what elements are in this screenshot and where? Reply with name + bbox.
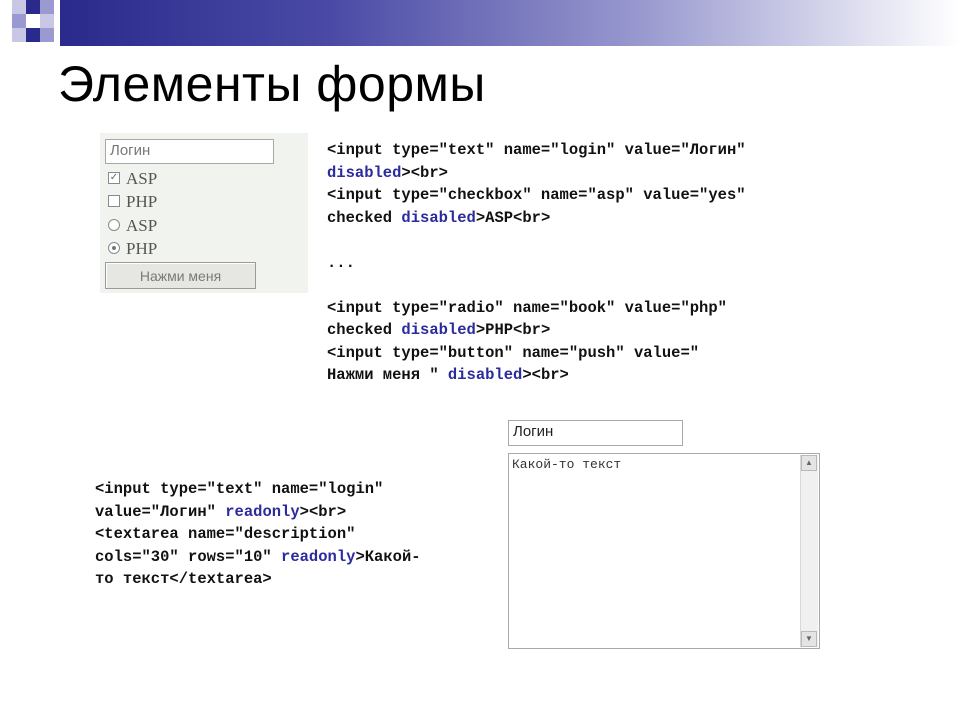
code-text: checked xyxy=(327,208,402,227)
code-text: >ASP<br> xyxy=(475,208,551,227)
code-text: <input type="text" name="login" xyxy=(95,480,384,498)
code-line: <textarea name="description" xyxy=(95,523,421,546)
checkbox-checked-icon[interactable]: ✓ xyxy=(108,172,120,185)
code-keyword: readonly xyxy=(225,502,300,521)
radio-php-label: PHP xyxy=(126,239,158,258)
code-text: Нажми меня " xyxy=(327,366,448,384)
code-text: ><br> xyxy=(401,163,448,182)
code-keyword: readonly xyxy=(281,547,356,566)
scroll-down-icon[interactable]: ▼ xyxy=(801,631,817,647)
checkbox-asp-row[interactable]: ✓ ASP xyxy=(108,169,157,189)
code-text: ><br> xyxy=(522,366,569,384)
code-line: Нажми меня " disabled><br> xyxy=(327,364,746,387)
scroll-up-icon[interactable]: ▲ xyxy=(801,455,817,471)
radio-php-row[interactable]: PHP xyxy=(108,239,157,259)
checkbox-asp-label: ASP xyxy=(126,169,158,188)
description-textarea-readonly[interactable]: Какой-то текст ▲ ▼ xyxy=(508,453,820,649)
code-text: то текст</textarea> xyxy=(95,570,272,588)
code-keyword: disabled xyxy=(327,163,402,182)
code-line: <input type="checkbox" name="asp" value=… xyxy=(327,184,746,207)
code-text: value="Логин" xyxy=(95,502,226,521)
code-line: checked disabled>ASP<br> xyxy=(327,207,746,230)
radio-asp-row[interactable]: ASP xyxy=(108,216,157,236)
code-keyword: disabled xyxy=(401,321,476,339)
code-keyword: disabled xyxy=(401,208,476,227)
radio-asp-label: ASP xyxy=(126,216,158,235)
checkbox-unchecked-icon[interactable] xyxy=(108,195,120,208)
code-line: то текст</textarea> xyxy=(95,568,421,591)
code-line: disabled><br> xyxy=(327,162,746,185)
checkbox-php-label: PHP xyxy=(126,192,158,211)
code-line: <input type="text" name="login" value="Л… xyxy=(327,139,746,162)
textarea-scrollbar[interactable]: ▲ ▼ xyxy=(800,455,818,647)
push-button-disabled[interactable]: Нажми меня xyxy=(105,262,256,289)
code-text: cols="30" rows="10" xyxy=(95,547,282,566)
code-line: <input type="button" name="push" value=" xyxy=(327,342,746,365)
radio-unselected-icon[interactable] xyxy=(108,219,120,232)
code-line: value="Логин" readonly><br> xyxy=(95,501,421,524)
code-text: <input type="button" name="push" value=" xyxy=(327,343,700,362)
code-text: >Какой- xyxy=(355,547,421,566)
code-text: ><br> xyxy=(299,502,347,521)
code-line: <input type="radio" name="book" value="p… xyxy=(327,297,746,320)
login-input-disabled[interactable]: Логин xyxy=(105,139,274,164)
code-text: <textarea name="description" xyxy=(95,525,356,543)
header-gradient-bar xyxy=(60,0,960,46)
code-text: checked xyxy=(327,321,402,339)
code-text: ... xyxy=(327,253,355,272)
code-line: checked disabled>PHP<br> xyxy=(327,319,746,342)
code-block-disabled: <input type="text" name="login" value="Л… xyxy=(327,139,746,387)
radio-selected-icon[interactable] xyxy=(108,242,120,255)
code-keyword: disabled xyxy=(447,366,523,384)
slide-title: Элементы формы xyxy=(58,56,486,112)
checkbox-php-row[interactable]: PHP xyxy=(108,192,157,212)
code-line: cols="30" rows="10" readonly>Какой- xyxy=(95,546,421,569)
code-text: >PHP<br> xyxy=(475,321,551,339)
code-text: <input type="radio" name="book" value="p… xyxy=(327,298,727,317)
code-text: <input type="checkbox" name="asp" value=… xyxy=(327,186,746,204)
code-block-readonly: <input type="text" name="login" value="Ло… xyxy=(95,478,421,591)
code-line: <input type="text" name="login" xyxy=(95,478,421,501)
login-input-readonly[interactable]: Логин xyxy=(508,420,683,446)
code-text: <input type="text" name="login" value="Л… xyxy=(327,141,746,159)
textarea-text: Какой-то текст xyxy=(512,457,622,472)
code-line: ... xyxy=(327,252,746,275)
